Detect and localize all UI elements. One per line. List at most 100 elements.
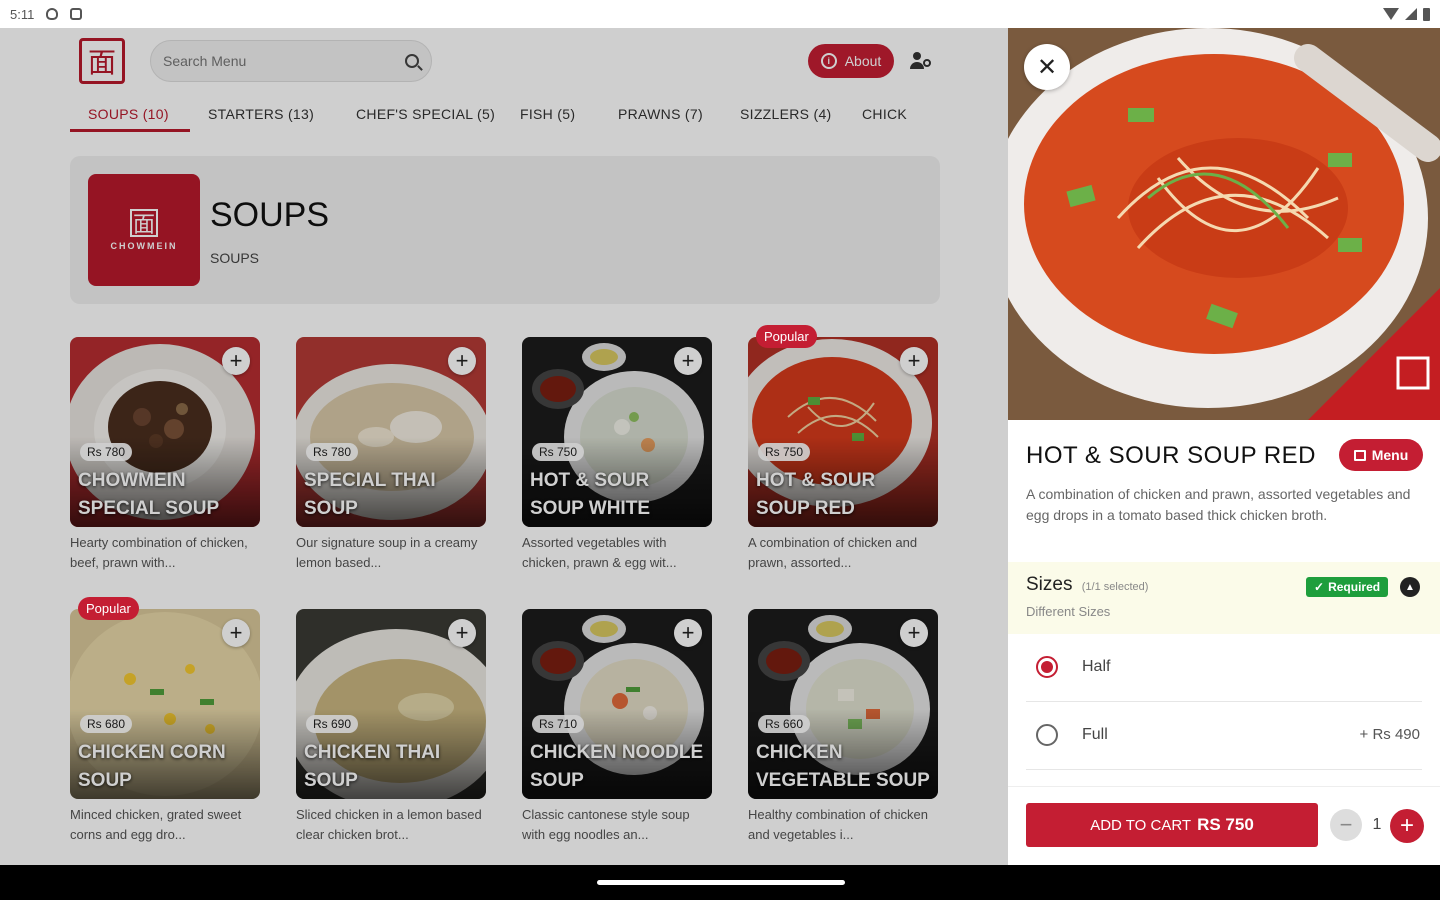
item-price: Rs 750 [532, 443, 585, 461]
item-description: Our signature soup in a creamy lemon bas… [296, 535, 478, 570]
menu-item-card[interactable]: + Rs 710 CHICKEN NOODLE SOUP Classic can… [522, 609, 712, 845]
item-name: CHICKEN VEGETABLE SOUP [756, 742, 930, 791]
item-name: HOT & SOUR SOUP WHITE [530, 470, 650, 519]
item-price: Rs 680 [80, 715, 133, 733]
option-label: Half [1082, 658, 1111, 675]
home-gesture-handle[interactable] [597, 880, 845, 885]
item-description: A combination of chicken and prawn, asso… [1026, 486, 1411, 523]
menu-button[interactable]: Menu [1339, 439, 1423, 471]
item-name: CHICKEN THAI SOUP [304, 742, 441, 791]
restaurant-logo[interactable]: 面 [79, 38, 125, 84]
tab-chefs-special[interactable]: CHEF'S SPECIAL (5) [338, 96, 502, 132]
navigation-bar [0, 865, 1440, 900]
category-logo-glyph: 面 [130, 209, 158, 238]
category-tabs: SOUPS (10) STARTERS (13) CHEF'S SPECIAL … [70, 96, 940, 132]
tab-soups[interactable]: SOUPS (10) [70, 96, 190, 132]
popular-badge: Popular [756, 325, 817, 348]
tab-starters[interactable]: STARTERS (13) [190, 96, 338, 132]
size-option-half[interactable]: Half [1026, 634, 1422, 702]
item-price: Rs 780 [80, 443, 133, 461]
status-time: 5:11 [10, 6, 35, 22]
tab-fish[interactable]: FISH (5) [502, 96, 600, 132]
category-header: 面 CHOWMEIN SOUPS SOUPS [70, 156, 940, 304]
add-to-cart-button[interactable]: ADD TO CART RS 750 [1026, 803, 1318, 847]
option-price: + Rs 490 [1359, 726, 1420, 743]
menu-screen: 面 i About SOUPS (10) STARTERS (13) CHEF'… [0, 28, 1008, 865]
add-item-button[interactable]: + [448, 347, 476, 375]
size-option-full[interactable]: Full + Rs 490 [1026, 702, 1422, 770]
menu-item-card[interactable]: Popular + Rs 680 CHICKEN CORN SOUP Mince… [70, 597, 260, 845]
sizes-section-header[interactable]: Sizes (1/1 selected) Different Sizes ✓ R… [1008, 562, 1440, 634]
add-item-button[interactable]: + [900, 347, 928, 375]
item-name: CHICKEN NOODLE SOUP [530, 742, 704, 791]
item-description: Classic cantonese style soup with egg no… [522, 807, 690, 842]
sizes-title: Sizes (1/1 selected) [1026, 574, 1148, 596]
search-bar[interactable] [150, 40, 432, 82]
tab-prawns[interactable]: PRAWNS (7) [600, 96, 722, 132]
item-description: Minced chicken, grated sweet corns and e… [70, 807, 242, 842]
add-item-button[interactable]: + [448, 619, 476, 647]
about-button[interactable]: i About [808, 44, 894, 78]
info-icon: i [820, 53, 837, 69]
category-logo-text: CHOWMEIN [110, 241, 178, 251]
signal-icon [1405, 8, 1417, 20]
item-price: Rs 710 [532, 715, 585, 733]
tab-chicken[interactable]: CHICK [844, 96, 925, 132]
category-subtitle: SOUPS [210, 250, 260, 266]
required-label: Required [1328, 580, 1381, 594]
close-icon: ✕ [1036, 53, 1058, 81]
search-input[interactable] [163, 53, 405, 69]
chevron-up-icon[interactable]: ▲ [1400, 577, 1420, 597]
notification-icon [70, 8, 83, 20]
menu-item-card[interactable]: + Rs 690 CHICKEN THAI SOUP Sliced chicke… [296, 609, 486, 845]
menu-item-card[interactable]: + Rs 780 CHOWMEIN SPECIAL SOUP Hearty co… [70, 337, 260, 573]
search-icon[interactable] [405, 54, 419, 68]
minus-icon[interactable]: − [1330, 809, 1362, 841]
about-label: About [844, 53, 882, 69]
item-price: Rs 780 [306, 443, 359, 461]
cart-bar: ADD TO CART RS 750 − 1 + [1008, 786, 1440, 865]
add-item-button[interactable]: + [222, 347, 250, 375]
menu-item-card[interactable]: Popular + Rs 750 HOT & SOUR SOUP RED A c… [748, 325, 938, 573]
add-item-button[interactable]: + [900, 619, 928, 647]
close-button[interactable]: ✕ [1024, 44, 1070, 90]
user-settings-icon[interactable] [910, 52, 932, 70]
item-price: Rs 690 [306, 715, 359, 733]
sizes-subtitle: Different Sizes [1026, 604, 1111, 619]
popular-badge: Popular [78, 597, 139, 620]
battery-icon [1423, 7, 1430, 21]
item-title: HOT & SOUR SOUP RED [1026, 442, 1316, 469]
menu-item-card[interactable]: + Rs 780 SPECIAL THAI SOUP Our signature… [296, 337, 486, 573]
book-icon [1353, 449, 1366, 461]
item-detail-panel: ✕ HOT & SOUR SOUP RED Menu A combination… [1008, 28, 1440, 865]
item-description: Hearty combination of chicken, beef, pra… [70, 535, 248, 570]
option-label: Full [1082, 726, 1108, 743]
item-price: Rs 660 [758, 715, 811, 733]
category-image: 面 CHOWMEIN [88, 174, 200, 286]
quantity-value: 1 [1372, 816, 1382, 833]
item-description: Sliced chicken in a lemon based clear ch… [296, 807, 482, 842]
sizes-title-text: Sizes [1026, 574, 1073, 595]
plus-icon[interactable]: + [1390, 809, 1424, 843]
radio-button[interactable] [1036, 656, 1058, 678]
tab-sizzlers[interactable]: SIZZLERS (4) [722, 96, 844, 132]
add-to-cart-label: ADD TO CART [1090, 816, 1192, 834]
add-item-button[interactable]: + [674, 347, 702, 375]
required-badge: ✓ Required [1306, 577, 1389, 597]
menu-label: Menu [1371, 447, 1409, 463]
add-item-button[interactable]: + [222, 619, 250, 647]
menu-item-card[interactable]: + Rs 660 CHICKEN VEGETABLE SOUP Healthy … [748, 609, 938, 845]
top-bar: 面 i About [0, 28, 1008, 96]
menu-item-card[interactable]: + Rs 750 HOT & SOUR SOUP WHITE Assorted … [522, 337, 712, 573]
item-name: CHICKEN CORN SOUP [78, 742, 226, 791]
check-icon: ✓ [1314, 580, 1325, 594]
status-bar: 5:11 [0, 0, 1440, 28]
add-item-button[interactable]: + [674, 619, 702, 647]
radio-button[interactable] [1036, 724, 1058, 746]
item-name: HOT & SOUR SOUP RED [756, 470, 876, 519]
shield-icon [46, 8, 59, 20]
category-title: SOUPS [210, 196, 330, 234]
wifi-icon [1383, 8, 1399, 20]
item-name: SPECIAL THAI SOUP [304, 470, 436, 519]
item-description: A combination of chicken and prawn, asso… [748, 535, 918, 570]
